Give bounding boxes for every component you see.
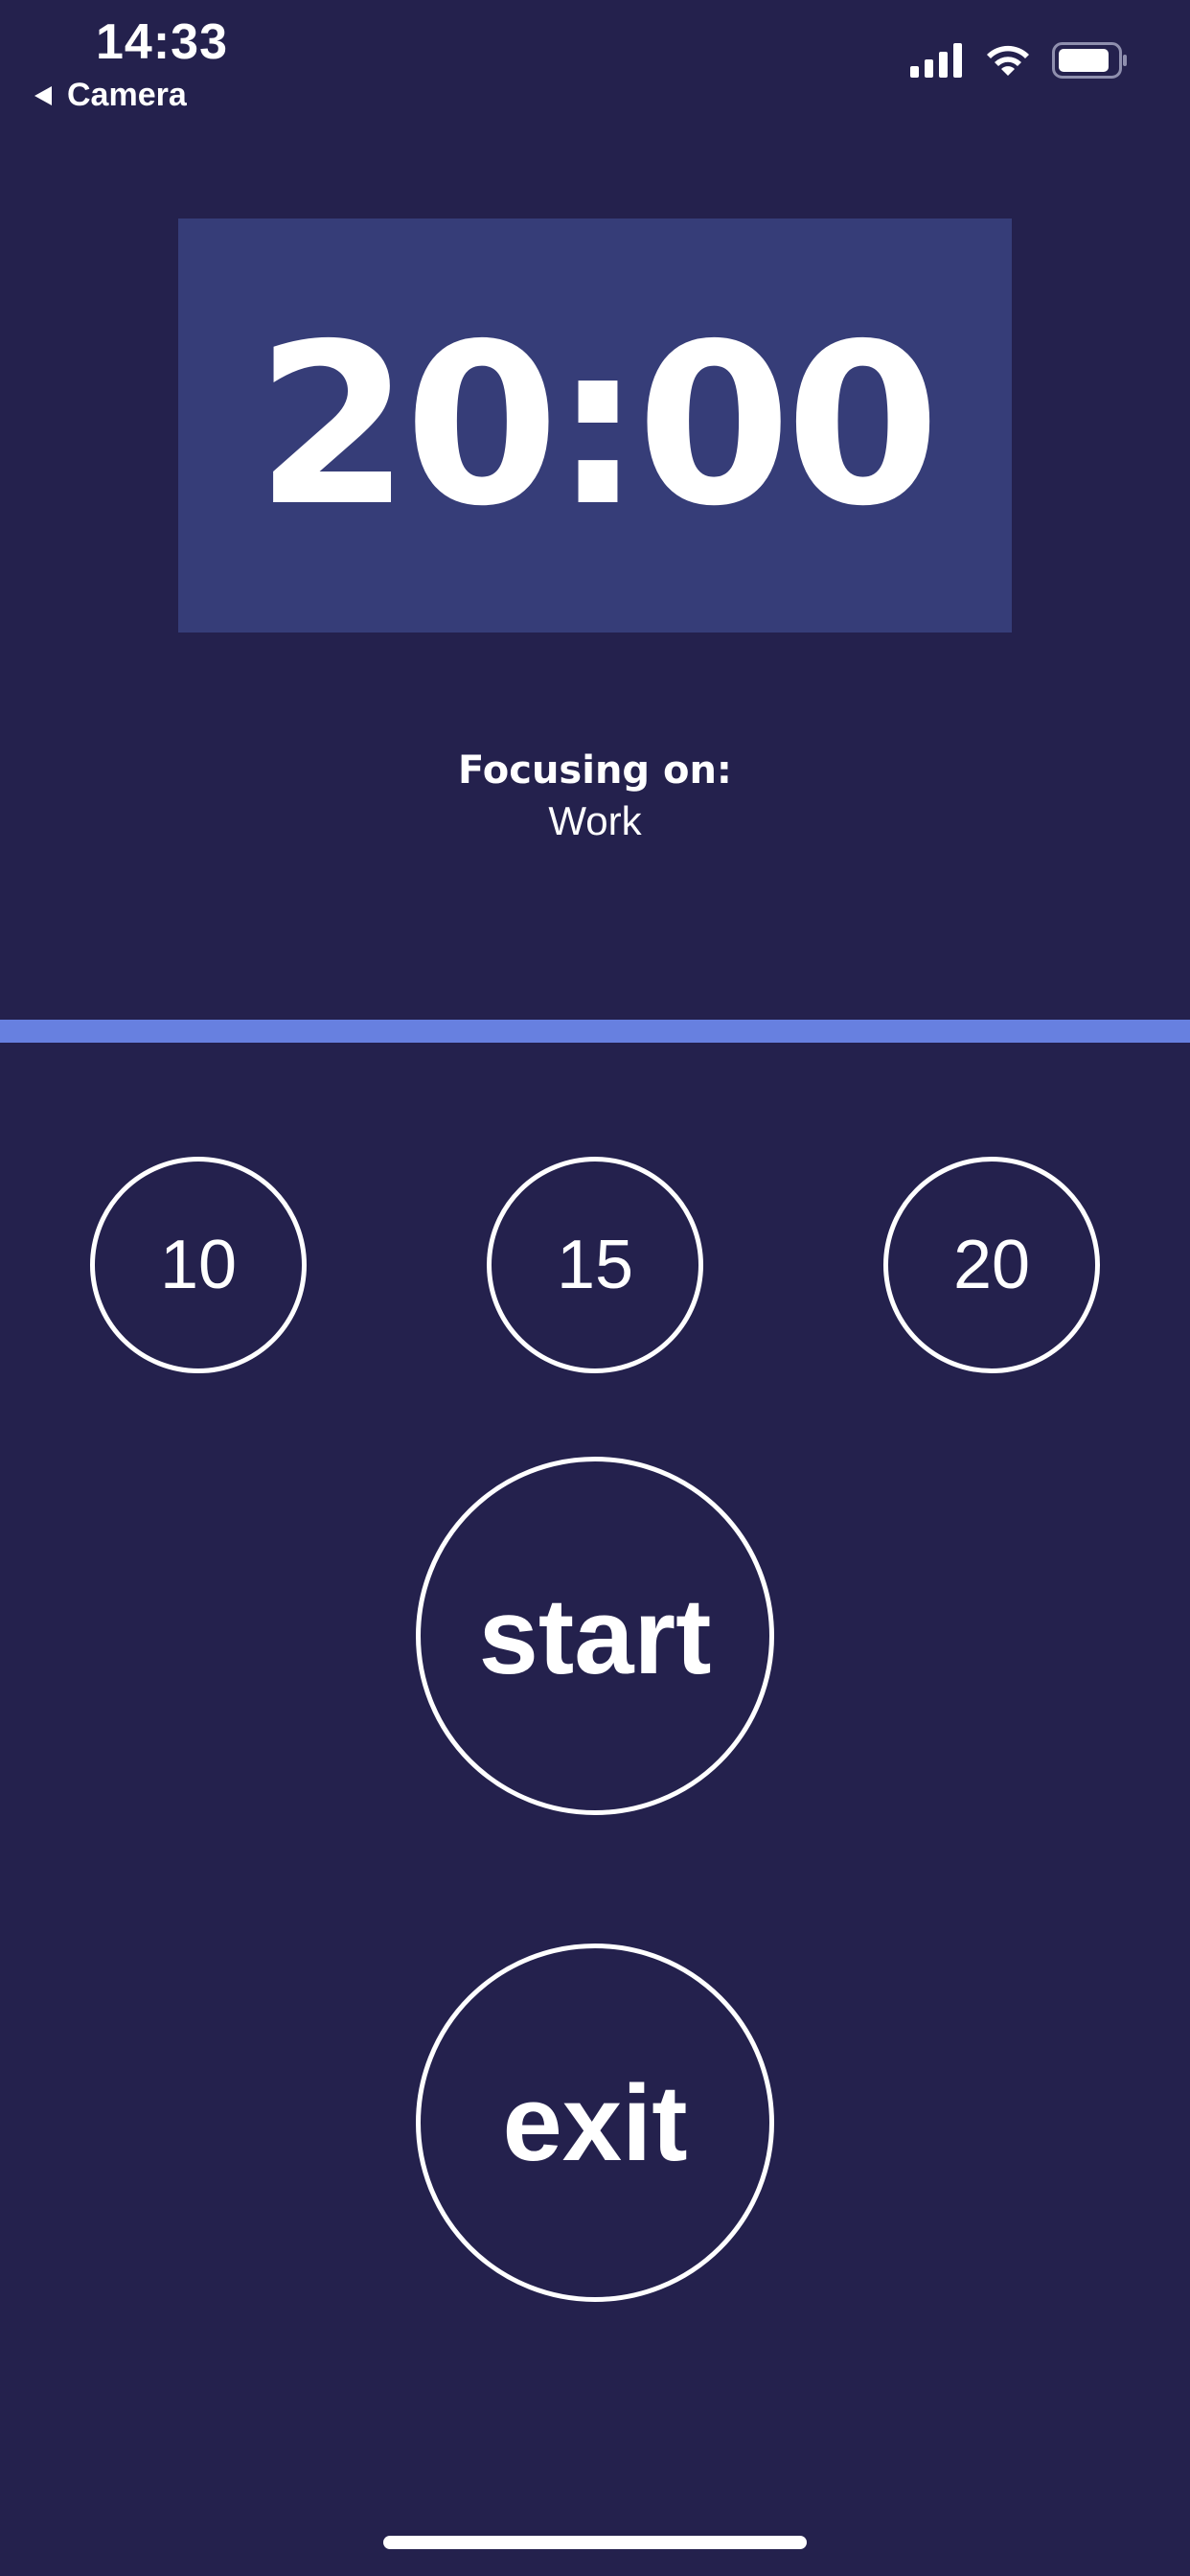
progress-bar bbox=[0, 1020, 1190, 1043]
timer-display: 20:00 bbox=[255, 296, 940, 555]
back-link-label: Camera bbox=[67, 77, 187, 113]
preset-10-button[interactable]: 10 bbox=[90, 1157, 307, 1373]
focus-timer-screen: 14:33 Camera 20:00 Focusing on: Work 10 … bbox=[0, 0, 1190, 2576]
back-to-camera-link[interactable]: Camera bbox=[34, 77, 187, 114]
signal-icon bbox=[910, 43, 964, 78]
battery-icon bbox=[1052, 42, 1129, 79]
focus-title: Focusing on: bbox=[458, 748, 732, 793]
back-arrow-icon bbox=[34, 85, 52, 105]
focus-info: Focusing on: Work bbox=[0, 746, 1190, 847]
progress-fill bbox=[0, 1020, 1190, 1043]
status-time: 14:33 bbox=[96, 14, 228, 70]
preset-20-button[interactable]: 20 bbox=[883, 1157, 1100, 1373]
wifi-icon bbox=[985, 43, 1031, 78]
status-icons bbox=[910, 42, 1129, 79]
timer-panel: 20:00 bbox=[178, 218, 1012, 632]
start-button[interactable]: start bbox=[416, 1457, 774, 1815]
exit-button[interactable]: exit bbox=[416, 1944, 774, 2302]
home-indicator[interactable] bbox=[383, 2536, 807, 2549]
focus-value: Work bbox=[548, 798, 642, 843]
preset-15-button[interactable]: 15 bbox=[487, 1157, 703, 1373]
